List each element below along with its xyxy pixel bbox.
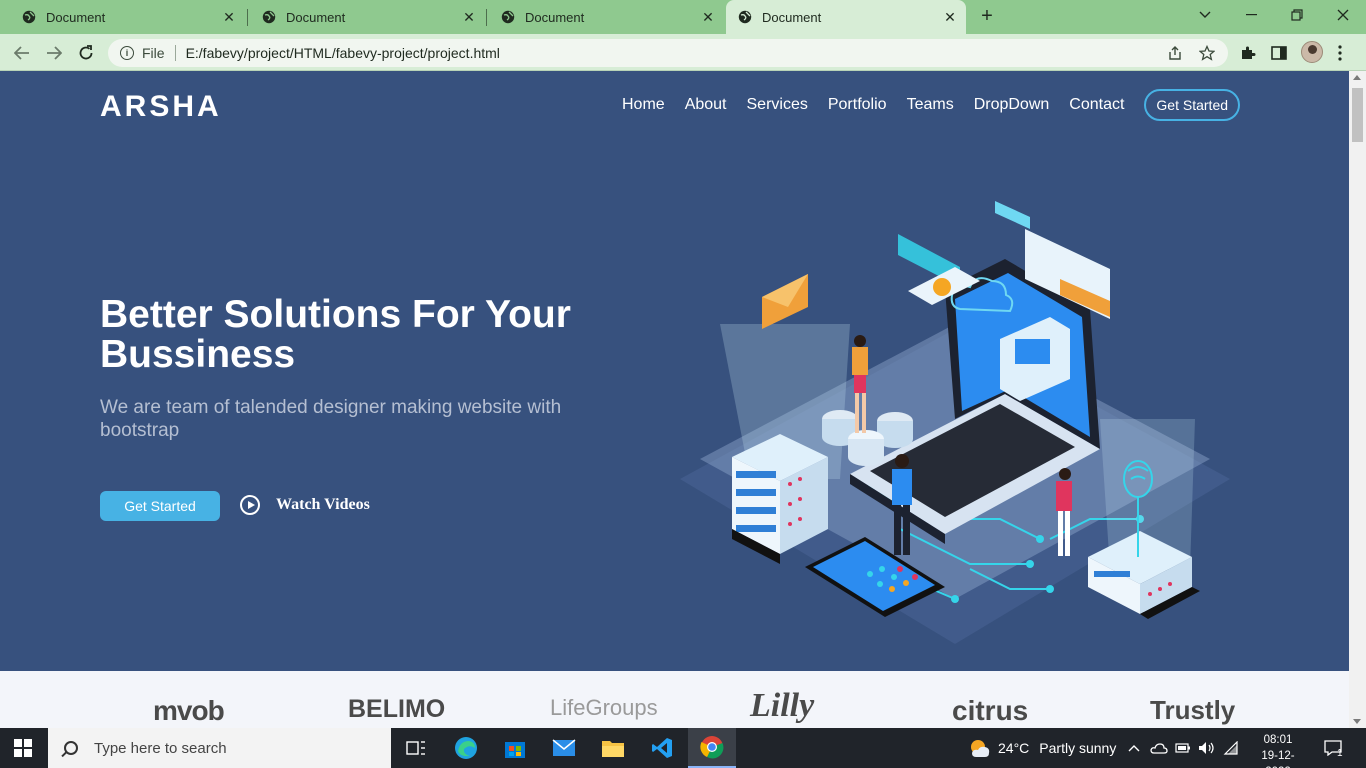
- partly-sunny-icon: [971, 740, 990, 757]
- notification-count: 1: [1337, 747, 1343, 759]
- forward-button[interactable]: [42, 41, 66, 65]
- client-logo: Trustly: [1150, 695, 1236, 725]
- nav-home[interactable]: Home: [622, 96, 665, 114]
- file-explorer-icon[interactable]: [589, 728, 637, 768]
- mail-icon[interactable]: [540, 728, 588, 768]
- restore-button[interactable]: [1274, 0, 1320, 30]
- nav-teams[interactable]: Teams: [907, 96, 954, 114]
- scroll-down-icon[interactable]: [1353, 719, 1361, 724]
- tab-title: Document: [46, 9, 106, 25]
- close-icon[interactable]: ✕: [942, 9, 958, 25]
- client-logo: BELIMO: [348, 695, 446, 723]
- watch-videos-label: Watch Videos: [276, 496, 370, 513]
- globe-icon: [262, 10, 276, 24]
- globe-icon: [738, 10, 752, 24]
- system-clock[interactable]: 08:01 19-12-2022: [1250, 732, 1306, 768]
- browser-toolbar: i File E:/fabevy/project/HTML/fabevy-pro…: [0, 34, 1366, 71]
- share-icon[interactable]: [1167, 39, 1183, 67]
- browser-tab[interactable]: Document ✕: [479, 0, 724, 34]
- task-view-icon[interactable]: [392, 728, 440, 768]
- weather-temp: 24°C: [998, 740, 1030, 756]
- globe-icon: [22, 10, 36, 24]
- page-viewport: ARSHA Home About Services Portfolio Team…: [0, 71, 1349, 728]
- scroll-up-icon[interactable]: [1353, 75, 1361, 80]
- scroll-thumb[interactable]: [1352, 88, 1363, 142]
- page-scrollbar[interactable]: [1349, 71, 1366, 728]
- clock-date: 19-12-2022: [1261, 750, 1295, 768]
- tab-title: Document: [286, 9, 346, 25]
- info-icon[interactable]: i: [120, 46, 134, 60]
- client-logo: LifeGroups: [550, 695, 658, 720]
- edge-browser-icon[interactable]: [442, 728, 490, 768]
- reload-button[interactable]: [74, 41, 98, 65]
- url-divider: [174, 45, 176, 61]
- tab-title: Document: [762, 9, 822, 25]
- client-logo: Lilly: [750, 687, 815, 724]
- browser-tab[interactable]: Document ✕: [240, 0, 485, 34]
- weather-widget[interactable]: 24°C Partly sunny: [968, 728, 1116, 768]
- volume-icon[interactable]: [1198, 728, 1216, 768]
- new-tab-button[interactable]: +: [976, 5, 998, 27]
- globe-icon: [501, 10, 515, 24]
- tab-title: Document: [525, 9, 585, 25]
- nav-contact[interactable]: Contact: [1069, 96, 1124, 114]
- close-icon[interactable]: ✕: [461, 9, 477, 25]
- nav-dropdown[interactable]: DropDown: [974, 96, 1050, 114]
- address-bar[interactable]: i File E:/fabevy/project/HTML/fabevy-pro…: [108, 39, 1228, 67]
- search-placeholder: Type here to search: [94, 739, 227, 757]
- client-logo: citrus: [952, 695, 1029, 726]
- tab-search-icon[interactable]: [1182, 0, 1228, 30]
- main-nav: Home About Services Portfolio Teams Drop…: [612, 89, 1241, 121]
- windows-start-icon[interactable]: [14, 739, 32, 757]
- tab-strip: Document ✕ Document ✕ Document ✕ Documen…: [0, 0, 1366, 34]
- site-logo[interactable]: ARSHA: [100, 90, 222, 124]
- clock-time: 08:01: [1263, 734, 1293, 746]
- notifications-icon[interactable]: 1: [1324, 728, 1343, 768]
- client-logo: mvob: [153, 695, 225, 726]
- battery-icon[interactable]: [1175, 728, 1191, 768]
- taskbar: Type here to search 24°C Partly sunny 08…: [0, 728, 1366, 768]
- side-panel-icon[interactable]: [1268, 42, 1290, 64]
- close-icon[interactable]: ✕: [221, 9, 237, 25]
- microsoft-store-icon[interactable]: [491, 728, 539, 768]
- nav-about[interactable]: About: [685, 96, 727, 114]
- watch-videos-link[interactable]: Watch Videos: [240, 495, 370, 515]
- close-icon[interactable]: ✕: [700, 9, 716, 25]
- vscode-icon[interactable]: [638, 728, 686, 768]
- chrome-icon[interactable]: [688, 728, 736, 768]
- url-scheme: File: [142, 45, 165, 61]
- profile-avatar[interactable]: [1301, 41, 1323, 63]
- browser-tab-active[interactable]: Document ✕: [726, 0, 966, 34]
- hero-title: Better Solutions For Your Bussiness: [100, 293, 571, 376]
- nav-portfolio[interactable]: Portfolio: [828, 96, 887, 114]
- get-started-button[interactable]: Get Started: [100, 491, 220, 521]
- nav-get-started-button[interactable]: Get Started: [1144, 89, 1241, 121]
- extensions-puzzle-icon[interactable]: [1237, 42, 1259, 64]
- clients-strip: mvob BELIMO LifeGroups Lilly citrus Trus…: [0, 671, 1349, 728]
- browser-tab[interactable]: Document ✕: [0, 0, 245, 34]
- hero-illustration: [680, 201, 1230, 644]
- minimize-button[interactable]: [1228, 0, 1274, 30]
- more-menu-icon[interactable]: [1329, 42, 1351, 64]
- weather-desc: Partly sunny: [1039, 740, 1117, 756]
- url-text: E:/fabevy/project/HTML/fabevy-project/pr…: [185, 45, 500, 61]
- play-circle-icon: [240, 495, 260, 515]
- wifi-icon[interactable]: [1223, 728, 1239, 768]
- taskbar-search[interactable]: Type here to search: [48, 728, 391, 768]
- search-icon: [64, 741, 78, 755]
- nav-services[interactable]: Services: [747, 96, 808, 114]
- bookmark-star-icon[interactable]: [1199, 39, 1215, 67]
- close-window-button[interactable]: [1320, 0, 1366, 30]
- hero-subtitle: We are team of talended designer making …: [100, 397, 562, 441]
- back-button[interactable]: [10, 41, 34, 65]
- onedrive-cloud-icon[interactable]: [1150, 728, 1168, 768]
- tray-overflow-chevron-icon[interactable]: [1128, 728, 1140, 768]
